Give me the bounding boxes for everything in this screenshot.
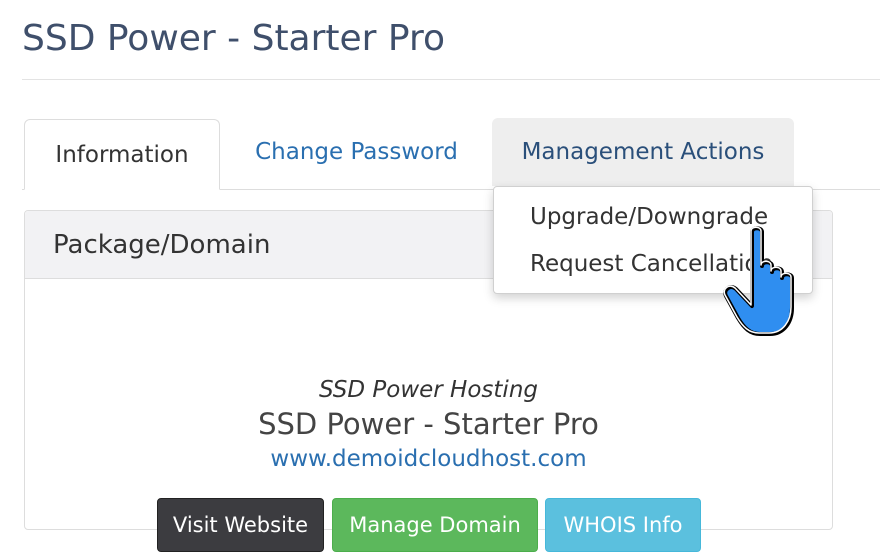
- domain-link[interactable]: www.demoidcloudhost.com: [25, 446, 832, 472]
- tab-information[interactable]: Information: [24, 119, 220, 190]
- tab-management-actions[interactable]: Management Actions: [492, 118, 794, 186]
- whois-info-button[interactable]: WHOIS Info: [545, 498, 701, 552]
- page-title: SSD Power - Starter Pro: [22, 18, 446, 59]
- tab-change-password[interactable]: Change Password: [234, 117, 479, 188]
- product-group: SSD Power Hosting: [318, 377, 538, 403]
- hand-pointer-icon: [722, 226, 812, 345]
- product-name: SSD Power - Starter Pro: [258, 407, 599, 441]
- manage-domain-button[interactable]: Manage Domain: [332, 498, 538, 552]
- title-divider: [22, 79, 880, 80]
- visit-website-button[interactable]: Visit Website: [157, 498, 324, 552]
